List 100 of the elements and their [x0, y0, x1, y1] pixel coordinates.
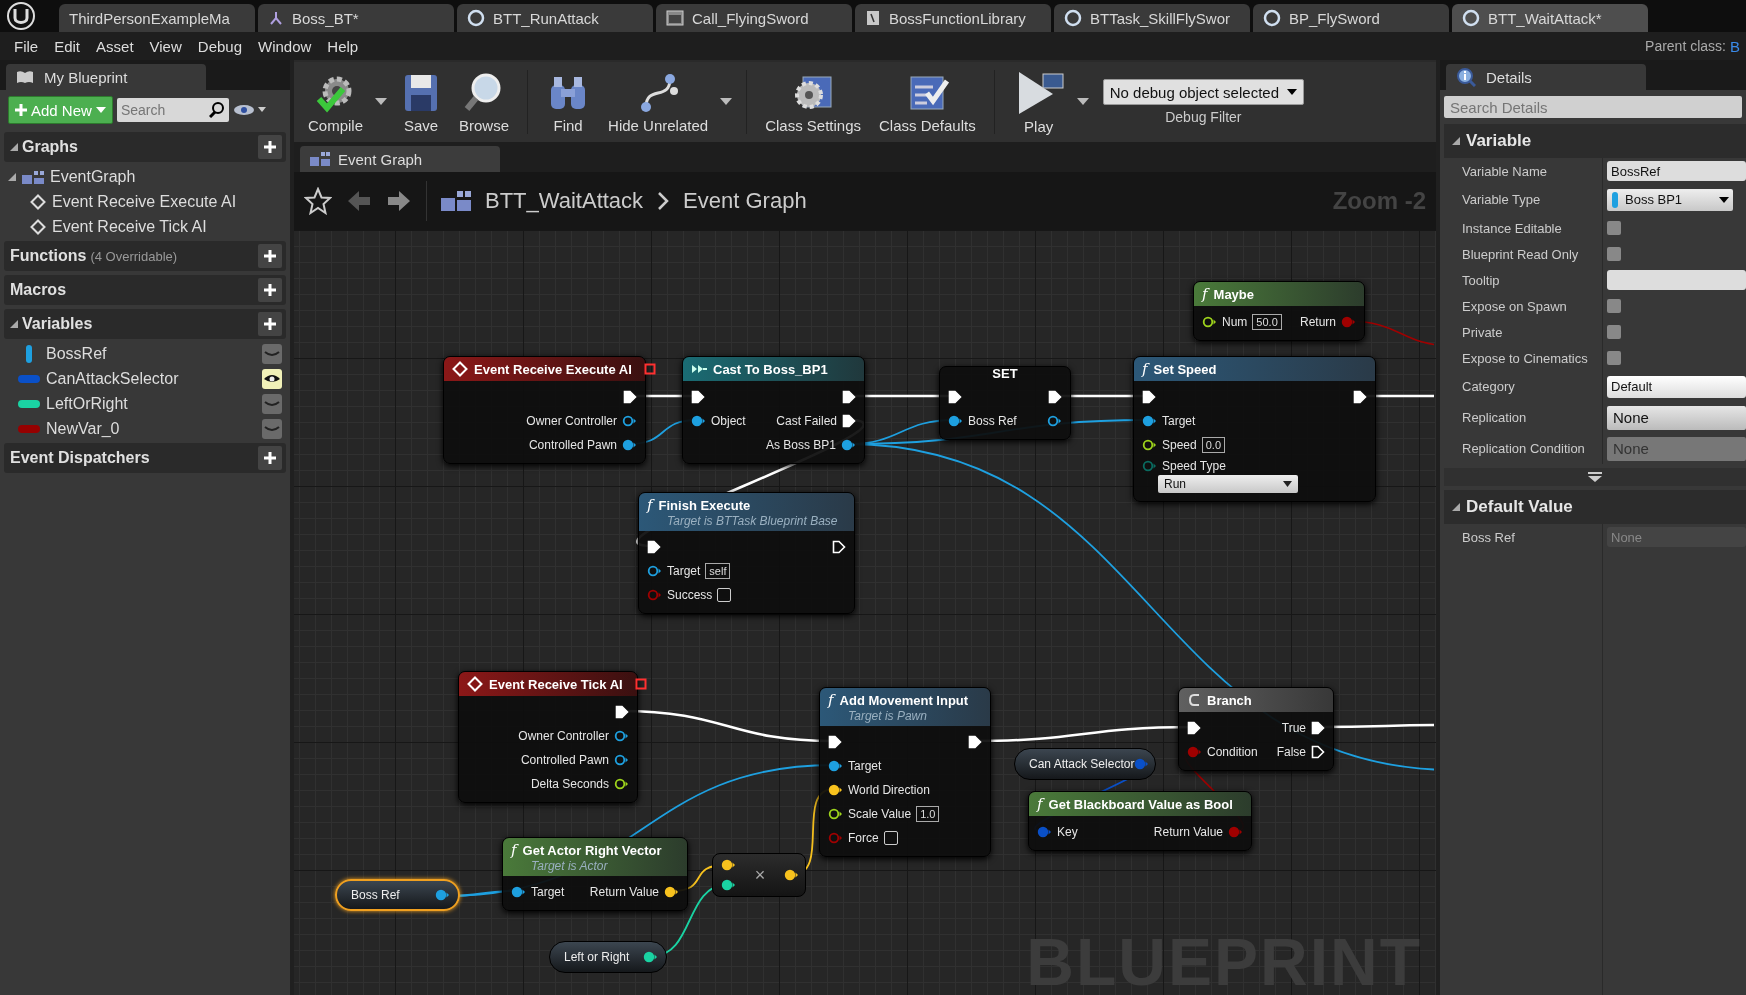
star-icon[interactable]	[304, 187, 332, 215]
variable-node[interactable]: Left or Right	[549, 941, 667, 973]
tree-item[interactable]: Event Receive Execute AI	[0, 189, 290, 214]
visibility-toggle[interactable]	[262, 418, 282, 439]
variable-item[interactable]: BossRef	[0, 341, 290, 366]
graph-node[interactable]: Branch True Condition False	[1178, 687, 1334, 771]
document-tab[interactable]: BTTask_SkillFlySwor	[1054, 4, 1250, 32]
eye-icon[interactable]	[232, 103, 267, 117]
enum-dropdown[interactable]: Run	[1158, 475, 1298, 493]
combo-box[interactable]: Default	[1607, 375, 1746, 398]
checkbox[interactable]	[1607, 247, 1621, 261]
pin-icon[interactable]	[643, 950, 658, 964]
pin-icon[interactable]	[647, 564, 662, 578]
add-button[interactable]	[258, 312, 282, 336]
panel-tab[interactable]: Details	[1446, 64, 1646, 90]
pin-icon[interactable]	[828, 807, 843, 821]
value-field[interactable]: 0.0	[1201, 437, 1225, 453]
search-field[interactable]: Search Details	[1444, 96, 1742, 118]
pin-icon[interactable]	[1142, 414, 1157, 428]
menu-item[interactable]: Window	[258, 37, 312, 55]
type-dropdown[interactable]: Boss BP1	[1607, 188, 1733, 211]
debug-object-dropdown[interactable]: No debug object selected	[1102, 79, 1304, 105]
pin-icon[interactable]	[614, 777, 629, 791]
variable-node[interactable]: Boss Ref	[335, 879, 460, 911]
section-header[interactable]: Variable	[1444, 124, 1746, 158]
toolbar-button[interactable]: Hide Unrelated	[600, 70, 717, 134]
toolbar-button[interactable]: Save	[393, 70, 450, 134]
graph-node[interactable]: f Get Actor Right Vector Target is Actor Target Return Value	[502, 837, 688, 911]
document-tab[interactable]: BossFunctionLibrary	[855, 4, 1051, 32]
toolbar-button[interactable]: Class Defaults	[871, 70, 984, 134]
add-button[interactable]	[258, 446, 282, 470]
toolbar-button[interactable]: Play	[1004, 69, 1073, 135]
breadcrumb-link[interactable]: Event Graph	[683, 188, 807, 214]
text-field[interactable]: BossRef	[1607, 161, 1746, 181]
checkbox[interactable]	[883, 831, 898, 845]
exec-pin-icon[interactable]	[1142, 390, 1156, 404]
variable-item[interactable]: CanAttackSelector	[0, 366, 290, 391]
document-tab[interactable]: Call_FlyingSword	[656, 4, 852, 32]
checkbox[interactable]	[1607, 221, 1621, 235]
value-field[interactable]: 50.0	[1252, 314, 1282, 330]
pin-icon[interactable]	[1142, 438, 1157, 452]
checkbox[interactable]	[1607, 325, 1621, 339]
exec-pin-icon[interactable]	[842, 390, 856, 404]
section-header[interactable]: Default Value	[1444, 490, 1746, 524]
pin-icon[interactable]	[1202, 315, 1217, 329]
menu-item[interactable]: Debug	[197, 37, 242, 55]
visibility-toggle[interactable]	[262, 393, 282, 414]
exec-pin-icon[interactable]	[948, 390, 962, 404]
pin-icon[interactable]	[614, 753, 629, 767]
caret-icon[interactable]	[375, 98, 388, 106]
checkbox[interactable]	[1607, 351, 1621, 365]
pin-icon[interactable]	[841, 438, 856, 452]
visibility-toggle[interactable]	[262, 343, 282, 364]
toolbar-button[interactable]: Find	[538, 70, 599, 134]
pin-icon[interactable]	[614, 729, 629, 743]
graph-node[interactable]: f Add Movement Input Target is Pawn Target World Direction Scale Value 1.0 Force	[819, 687, 991, 857]
menu-item[interactable]: Asset	[96, 37, 134, 55]
pin-icon[interactable]	[664, 885, 679, 899]
exec-pin-icon[interactable]	[1048, 390, 1062, 404]
add-button[interactable]	[258, 135, 282, 159]
add-button[interactable]	[258, 244, 282, 268]
back-arrow-icon[interactable]	[346, 188, 372, 214]
exec-pin-icon[interactable]	[842, 414, 856, 428]
menu-item[interactable]: View	[149, 37, 182, 55]
document-tab[interactable]: BP_FlySword	[1253, 4, 1449, 32]
document-tab[interactable]: Boss_BT*	[258, 4, 454, 32]
checkbox[interactable]	[717, 588, 732, 602]
exec-pin-icon[interactable]	[828, 735, 842, 749]
exec-pin-icon[interactable]	[615, 705, 629, 719]
document-tab[interactable]: ThirdPersonExampleMa	[59, 4, 255, 32]
document-tab[interactable]: BTT_WaitAttack*	[1452, 4, 1648, 32]
exec-pin-icon[interactable]	[647, 540, 661, 554]
pin-icon[interactable]	[511, 885, 526, 899]
expand-arrow-icon[interactable]	[10, 143, 18, 151]
pin-icon[interactable]	[828, 783, 843, 797]
expand-arrow-icon[interactable]	[1588, 472, 1602, 482]
variable-item[interactable]: NewVar_0	[0, 416, 290, 441]
section-header[interactable]: Graphs	[4, 132, 286, 162]
expand-arrow-icon[interactable]	[1452, 137, 1460, 145]
tree-item[interactable]: EventGraph	[0, 164, 290, 189]
breadcrumb-link[interactable]: BTT_WaitAttack	[485, 188, 644, 214]
menu-item[interactable]: File	[14, 37, 39, 55]
pin-icon[interactable]	[622, 438, 637, 452]
graph-tab[interactable]: Event Graph	[300, 146, 500, 172]
text-field[interactable]	[1607, 270, 1746, 290]
pin-icon[interactable]	[948, 414, 963, 428]
toolbar-button[interactable]: Browse	[451, 70, 518, 134]
caret-icon[interactable]	[720, 98, 733, 106]
variable-node[interactable]: Can Attack Selector	[1014, 748, 1156, 780]
section-header[interactable]: Variables	[4, 309, 286, 339]
exec-pin-icon[interactable]	[1311, 745, 1325, 759]
graph-canvas[interactable]	[294, 230, 1436, 995]
expand-arrow-icon[interactable]	[1452, 503, 1460, 511]
variable-item[interactable]: LeftOrRight	[0, 391, 290, 416]
exec-pin-icon[interactable]	[691, 390, 705, 404]
graph-node[interactable]: f Set Speed Target Speed 0.0 Speed Type Run	[1133, 356, 1376, 502]
graph-node[interactable]: ×	[712, 853, 806, 897]
pin-icon[interactable]	[691, 414, 706, 428]
graph-node[interactable]: SET Boss Ref	[939, 366, 1071, 440]
panel-tab[interactable]: My Blueprint	[6, 64, 206, 90]
